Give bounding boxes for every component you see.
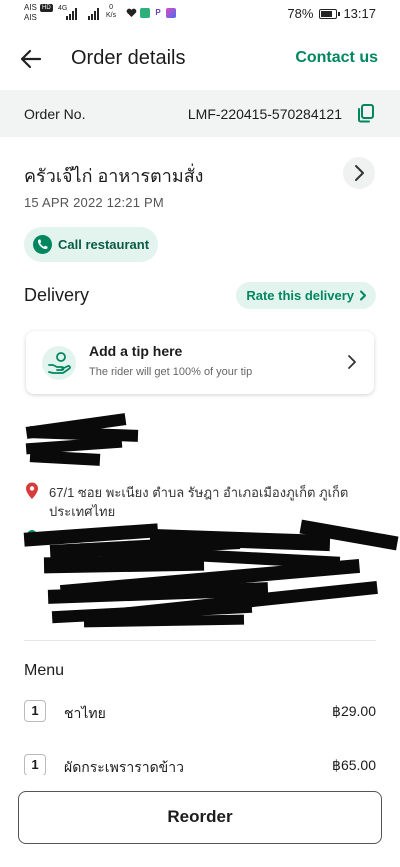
carrier-top: AIS xyxy=(24,3,37,12)
add-tip-card[interactable]: Add a tip here The rider will get 100% o… xyxy=(26,331,374,394)
item-quantity: 1 xyxy=(24,754,46,776)
restaurant-name[interactable]: ครัวเจ๊ไก่ อาหารตามสั่ง xyxy=(24,161,203,190)
redacted-block xyxy=(83,614,245,628)
copy-icon xyxy=(358,104,374,123)
section-divider xyxy=(24,640,376,641)
copy-order-number-button[interactable] xyxy=(356,103,376,123)
menu-title: Menu xyxy=(24,662,65,679)
phone-icon xyxy=(33,235,52,254)
item-price: ฿29.00 xyxy=(332,703,376,719)
status-bar: AIS AIS HD 4G 0 K/s P 78% 13:17 xyxy=(0,0,400,28)
order-datetime: 15 APR 2022 12:21 PM xyxy=(24,195,164,210)
order-number-label: Order No. xyxy=(24,106,86,122)
battery-percent: 78% xyxy=(287,6,314,21)
rate-delivery-label: Rate this delivery xyxy=(246,288,354,303)
notification-icons: P xyxy=(126,8,176,18)
back-button[interactable] xyxy=(16,45,46,73)
order-number-bar: Order No. LMF-220415-570284121 xyxy=(0,90,400,137)
heart-icon xyxy=(126,8,137,17)
order-number-value: LMF-220415-570284121 xyxy=(187,106,342,122)
reorder-label: Reorder xyxy=(167,807,233,826)
call-restaurant-button[interactable]: Call restaurant xyxy=(24,227,158,262)
tip-subtitle: The rider will get 100% of your tip xyxy=(89,366,253,378)
signal-icon xyxy=(66,8,77,20)
chevron-right-icon xyxy=(355,165,364,181)
carrier-bottom: AIS xyxy=(24,13,37,22)
reorder-button[interactable]: Reorder xyxy=(18,791,382,844)
hd-badge: HD xyxy=(40,4,53,12)
item-price: ฿65.00 xyxy=(332,757,376,773)
gallery-app-icon xyxy=(166,8,176,18)
network-speed: 0 K/s xyxy=(106,4,116,20)
menu-item: 1 ชาไทย ฿29.00 xyxy=(24,700,376,724)
call-restaurant-label: Call restaurant xyxy=(58,237,150,252)
chevron-right-icon xyxy=(348,355,356,369)
location-pin-icon xyxy=(26,482,38,499)
app-icon xyxy=(140,8,150,18)
status-right: 78% 13:17 xyxy=(287,6,376,21)
bottom-action-bar: Reorder xyxy=(0,775,400,867)
back-arrow-icon xyxy=(20,49,42,69)
redacted-block xyxy=(29,450,101,466)
page-title: Order details xyxy=(71,47,186,69)
clock: 13:17 xyxy=(343,6,376,21)
delivery-title: Delivery xyxy=(24,285,90,305)
restaurant-details-button[interactable] xyxy=(343,157,375,189)
signal-icon xyxy=(88,8,99,20)
contact-us-link[interactable]: Contact us xyxy=(295,49,378,67)
rate-delivery-button[interactable]: Rate this delivery xyxy=(236,282,376,309)
battery-icon xyxy=(319,8,341,19)
tip-title: Add a tip here xyxy=(89,343,183,359)
chevron-right-icon xyxy=(360,290,366,301)
delivery-address: 67/1 ซอย พะเนียง ตำบล รัษฎา อำเภอเมืองภู… xyxy=(49,485,349,519)
p-app-icon: P xyxy=(153,8,163,18)
tip-hand-coin-icon xyxy=(42,346,76,380)
item-quantity: 1 xyxy=(24,700,46,722)
app-header: Order details Contact us xyxy=(0,28,400,90)
carrier-labels: AIS AIS xyxy=(24,3,37,22)
speed-unit: K/s xyxy=(106,12,117,19)
item-name: ชาไทย xyxy=(64,705,106,721)
speed-value: 0 xyxy=(109,4,114,11)
